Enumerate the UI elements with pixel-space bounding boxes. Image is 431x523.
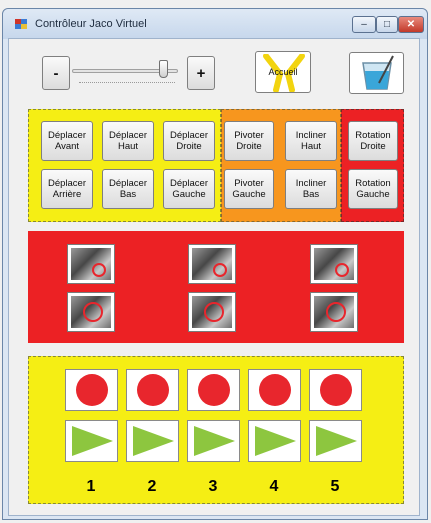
gripper-photo-icon — [314, 248, 354, 280]
tilt-down-button[interactable]: Incliner Bas — [285, 169, 337, 209]
save-position-4-button[interactable] — [248, 369, 301, 411]
position-number-label: 4 — [269, 478, 279, 495]
minimize-button[interactable]: – — [352, 16, 376, 33]
pivot-right-label: Pivoter Droite — [234, 130, 264, 152]
speed-decrease-button[interactable]: - — [42, 56, 70, 90]
drink-glass-icon — [361, 55, 394, 90]
grip-close-3-button[interactable] — [310, 292, 358, 332]
play-position-1-button[interactable] — [65, 420, 118, 462]
play-position-4-button[interactable] — [248, 420, 301, 462]
accueil-label: Accueil — [268, 66, 298, 77]
grip-close-1-button[interactable] — [67, 292, 115, 332]
play-icon — [132, 426, 174, 456]
title-bar: Contrôleur Jaco Virtuel – □ ✕ — [3, 9, 427, 39]
gripper-photo-icon — [71, 296, 111, 328]
position-number-label: 5 — [330, 478, 340, 495]
save-position-2-button[interactable] — [126, 369, 179, 411]
position-number-label: 2 — [147, 478, 157, 495]
speed-slider-ticks — [79, 82, 175, 86]
position-number-label: 1 — [86, 478, 96, 495]
move-left-button[interactable]: Déplacer Gauche — [163, 169, 215, 209]
rotation-right-button[interactable]: Rotation Droite — [348, 121, 398, 161]
close-button[interactable]: ✕ — [398, 16, 424, 33]
record-dot-icon — [136, 374, 169, 406]
pivot-left-label: Pivoter Gauche — [232, 178, 266, 200]
play-position-2-button[interactable] — [126, 420, 179, 462]
play-position-3-button[interactable] — [187, 420, 240, 462]
tilt-up-button[interactable]: Incliner Haut — [285, 121, 337, 161]
tilt-up-label: Incliner Haut — [295, 130, 327, 152]
play-position-5-button[interactable] — [309, 420, 362, 462]
drink-button[interactable] — [349, 52, 404, 94]
record-dot-icon — [319, 374, 352, 406]
gripper-photo-icon — [192, 296, 232, 328]
move-back-label: Déplacer Arrière — [47, 178, 87, 200]
rotation-left-button[interactable]: Rotation Gauche — [348, 169, 398, 209]
rotation-left-label: Rotation Gauche — [355, 178, 391, 200]
grip-open-3-button[interactable] — [310, 244, 358, 284]
move-right-label: Déplacer Droite — [169, 130, 209, 152]
app-icon — [15, 19, 27, 29]
record-dot-icon — [75, 374, 108, 406]
maximize-button[interactable]: □ — [376, 16, 398, 33]
save-position-5-button[interactable] — [309, 369, 362, 411]
speed-increase-button[interactable]: + — [187, 56, 215, 90]
tilt-down-label: Incliner Bas — [295, 178, 327, 200]
accueil-button[interactable]: Accueil — [255, 51, 311, 93]
grip-close-2-button[interactable] — [188, 292, 236, 332]
save-position-1-button[interactable] — [65, 369, 118, 411]
grip-open-2-button[interactable] — [188, 244, 236, 284]
move-forward-button[interactable]: Déplacer Avant — [41, 121, 93, 161]
move-back-button[interactable]: Déplacer Arrière — [41, 169, 93, 209]
rotation-right-label: Rotation Droite — [355, 130, 391, 152]
grip-open-1-button[interactable] — [67, 244, 115, 284]
pivot-left-button[interactable]: Pivoter Gauche — [224, 169, 274, 209]
window-title: Contrôleur Jaco Virtuel — [35, 18, 147, 30]
pivot-right-button[interactable]: Pivoter Droite — [224, 121, 274, 161]
move-down-button[interactable]: Déplacer Bas — [102, 169, 154, 209]
gripper-photo-icon — [192, 248, 232, 280]
record-dot-icon — [197, 374, 230, 406]
play-icon — [254, 426, 296, 456]
play-icon — [71, 426, 113, 456]
position-number-label: 3 — [208, 478, 218, 495]
record-dot-icon — [258, 374, 291, 406]
move-right-button[interactable]: Déplacer Droite — [163, 121, 215, 161]
move-up-button[interactable]: Déplacer Haut — [102, 121, 154, 161]
move-left-label: Déplacer Gauche — [169, 178, 209, 200]
play-icon — [315, 426, 357, 456]
move-forward-label: Déplacer Avant — [47, 130, 87, 152]
speed-slider-thumb[interactable] — [159, 60, 169, 78]
move-up-label: Déplacer Haut — [108, 130, 148, 152]
save-position-3-button[interactable] — [187, 369, 240, 411]
gripper-photo-icon — [71, 248, 111, 280]
gripper-photo-icon — [314, 296, 354, 328]
play-icon — [193, 426, 235, 456]
move-down-label: Déplacer Bas — [108, 178, 148, 200]
